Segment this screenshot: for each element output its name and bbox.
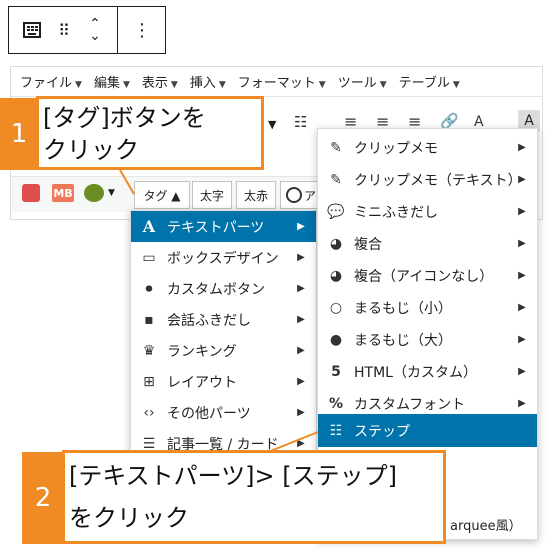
mb-icon[interactable]: MB <box>52 184 74 202</box>
tag-menu: A テキストパーツ ▶ ▭ ボックスデザイン ▶ ⏺ カスタムボタン ▶ ▪ 会話ふきだし ▶ … <box>130 210 317 458</box>
chevron-right-icon: ▶ <box>518 206 526 217</box>
menu-item-composite-no-icon[interactable]: ◕ 複合（アイコンなし） ▶ <box>318 260 537 291</box>
callout-1: [タグ]ボタンを クリック <box>36 96 264 170</box>
user-button[interactable]: ア <box>280 181 322 209</box>
step-list-icon: ☷ <box>329 422 343 439</box>
dropdown-caret-icon[interactable]: ▼ <box>108 188 115 198</box>
callout-1-line2: クリック <box>43 136 139 164</box>
grid-icon: ⊞ <box>143 373 155 390</box>
menu-item-step[interactable]: ☷ ステップ <box>318 414 537 447</box>
callout-1-line1: [タグ]ボタンを <box>43 104 206 132</box>
chat-bubbles-icon: ▪ <box>144 311 154 328</box>
drag-handle-icon[interactable]: ⠿ <box>53 7 75 53</box>
caret-down-icon: ▼ <box>379 80 387 90</box>
chevron-right-icon: ▶ <box>518 398 526 409</box>
callout-2-number: 2 <box>22 452 64 544</box>
caret-down-icon: ▼ <box>122 80 130 90</box>
callout-2: [テキストパーツ]> [ステップ] をクリック <box>62 450 446 544</box>
more-options-icon[interactable]: ⋮ <box>129 7 155 53</box>
caret-down-icon: ▼ <box>75 80 82 90</box>
editor-menubar: ファイル ▼ 編集 ▼ 表示 ▼ 挿入 ▼ フォーマット ▼ ツール ▼ テーブル ▼ <box>11 67 542 97</box>
menu-item-circle-large[interactable]: ● まるもじ（大） ▶ <box>318 324 537 355</box>
chevron-right-icon: ▶ <box>297 221 305 232</box>
crown-icon: ♛ <box>142 342 156 359</box>
chevron-down-icon[interactable]: ⌄ <box>89 29 101 43</box>
circle-outline-icon: ○ <box>329 299 343 316</box>
caret-down-icon: ▼ <box>218 80 226 90</box>
paperclip-icon: ✎ <box>330 139 342 156</box>
menu-item-clip-memo[interactable]: ✎ クリップメモ ▶ <box>318 132 537 163</box>
chevron-right-icon: ▶ <box>518 142 526 153</box>
menu-insert[interactable]: 挿入 ▼ <box>190 72 226 91</box>
menu-format[interactable]: フォーマット ▼ <box>238 72 326 91</box>
speech-bubble-icon[interactable] <box>22 184 40 202</box>
menu-edit[interactable]: 編集 ▼ <box>94 72 130 91</box>
user-button-label: ア <box>303 188 316 203</box>
menu-table[interactable]: テーブル ▼ <box>399 72 460 91</box>
caret-down-icon: ▼ <box>318 80 326 90</box>
percent-icon: % <box>328 395 344 412</box>
chevron-right-icon: ▶ <box>297 376 305 387</box>
html5-icon: 5 <box>331 363 341 380</box>
chevron-right-icon: ▶ <box>297 283 305 294</box>
chevron-right-icon: ▶ <box>297 314 305 325</box>
bold-button[interactable]: 太字 <box>192 181 232 209</box>
chevron-right-icon: ▶ <box>518 174 526 185</box>
paperclip-icon: ✎ <box>330 171 342 188</box>
callout-1-number: 1 <box>0 98 38 170</box>
tag-button[interactable]: タグ ▲ <box>134 181 190 209</box>
chevron-right-icon: ▶ <box>518 270 526 281</box>
caret-down-icon: ▼ <box>452 80 460 90</box>
callout-2-line1: [テキストパーツ]> [ステップ] <box>69 462 397 490</box>
plugin-icon[interactable] <box>84 184 104 202</box>
chevron-right-icon: ▶ <box>518 334 526 345</box>
menu-view[interactable]: 表示 ▼ <box>142 72 178 91</box>
menu-item-other-parts[interactable]: ‹› その他パーツ ▶ <box>131 397 316 428</box>
toggle-icon: ⏺ <box>145 280 153 297</box>
classic-block-icon[interactable] <box>17 7 47 53</box>
menu-item-mini-bubble[interactable]: 💬 ミニふきだし ▶ <box>318 196 537 227</box>
numbered-list-icon[interactable]: ☷ <box>294 113 307 131</box>
menu-item-composite[interactable]: ◕ 複合 ▶ <box>318 228 537 259</box>
menu-item-layout[interactable]: ⊞ レイアウト ▶ <box>131 366 316 397</box>
menu-item-box-design[interactable]: ▭ ボックスデザイン ▶ <box>131 242 316 273</box>
menu-tools[interactable]: ツール ▼ <box>338 72 387 91</box>
menu-item-html-custom[interactable]: 5 HTML（カスタム） ▶ <box>318 356 537 387</box>
chevron-right-icon: ▶ <box>518 302 526 313</box>
pie-icon: ◕ <box>329 235 343 252</box>
menu-item-circle-small[interactable]: ○ まるもじ（小） ▶ <box>318 292 537 323</box>
red-bold-button[interactable]: 太赤 <box>236 181 276 209</box>
menu-file[interactable]: ファイル ▼ <box>20 72 82 91</box>
circle-filled-icon: ● <box>329 331 343 348</box>
move-buttons[interactable]: ⌃ ⌄ <box>83 7 107 53</box>
chevron-right-icon: ▶ <box>297 438 305 449</box>
dropdown-caret-icon[interactable]: ▼ <box>268 118 276 131</box>
caret-down-icon: ▼ <box>170 80 178 90</box>
toolbar-divider <box>117 7 118 53</box>
menu-item-conversation-bubble[interactable]: ▪ 会話ふきだし ▶ <box>131 304 316 335</box>
chevron-right-icon: ▶ <box>518 366 526 377</box>
chevron-right-icon: ▶ <box>297 407 305 418</box>
menu-item-text-parts[interactable]: A テキストパーツ ▶ <box>131 211 316 242</box>
pie-icon: ◕ <box>329 267 343 284</box>
letter-a-icon: A <box>142 217 156 236</box>
chevron-right-icon: ▶ <box>518 238 526 249</box>
code-icon: ‹› <box>143 404 155 421</box>
menu-item-ranking[interactable]: ♛ ランキング ▶ <box>131 335 316 366</box>
user-icon <box>285 187 302 203</box>
menu-item-clip-memo-text[interactable]: ✎ クリップメモ（テキスト） ▶ <box>318 164 537 195</box>
chevron-right-icon: ▶ <box>297 345 305 356</box>
inbox-icon: ▭ <box>142 249 156 266</box>
speech-bubble-icon: 💬 <box>327 203 345 220</box>
callout-2-line2: をクリック <box>69 504 189 532</box>
block-toolbar: ⠿ ⌃ ⌄ ⋮ <box>8 6 166 54</box>
chevron-right-icon: ▶ <box>297 252 305 263</box>
menu-item-custom-button[interactable]: ⏺ カスタムボタン ▶ <box>131 273 316 304</box>
